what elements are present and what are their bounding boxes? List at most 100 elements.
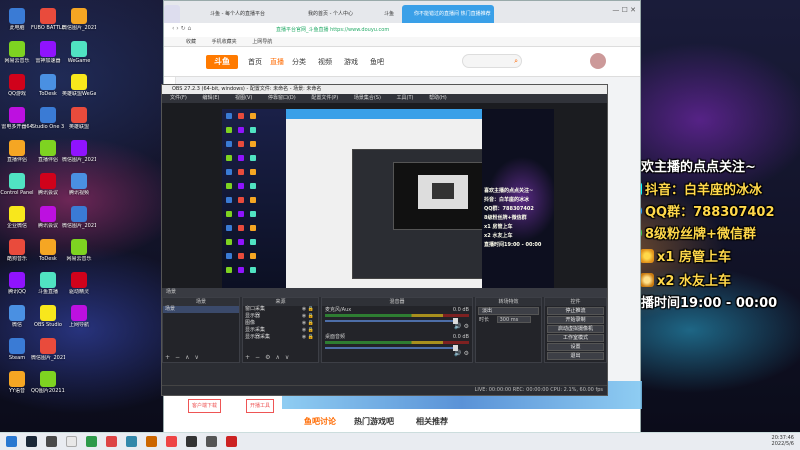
desktop-icon[interactable]: YY语音 — [0, 371, 34, 394]
source-item[interactable]: 显示器采集 ◉ 🔒 — [243, 334, 318, 341]
browser-tab-0[interactable]: 斗鱼 - 每个人的直播平台 — [198, 5, 294, 23]
desktop-icon[interactable]: Studio One 3 — [31, 107, 65, 130]
url-field[interactable]: 直播平台官网_斗鱼直播 https://www.douyu.com — [272, 25, 492, 35]
duration-input[interactable]: 300 ms — [496, 316, 531, 323]
nav-fishbar[interactable]: 鱼吧 — [370, 55, 384, 69]
visibility-lock-icon[interactable]: ◉ 🔒 — [302, 327, 314, 334]
window-controls[interactable]: — ☐ ✕ — [612, 6, 636, 14]
desktop-icon[interactable]: 此电脑 — [0, 8, 34, 31]
desktop-volume-slider[interactable] — [325, 345, 458, 351]
visibility-lock-icon[interactable]: ◉ 🔒 — [302, 313, 314, 320]
nav-video[interactable]: 视频 — [318, 55, 332, 69]
control-button[interactable]: 开始录制 — [547, 316, 604, 324]
desktop-icon[interactable]: 微信图片_2021121... — [62, 140, 96, 163]
desktop-icon[interactable]: 直播伴侣 — [31, 140, 65, 163]
app-taskbar-icon-6[interactable] — [206, 436, 217, 447]
obs-preview[interactable]: 喜欢主播的点点关注~ 抖音：白羊座的冰冰 QQ群：788307402 8级粉丝牌+微信… — [162, 103, 607, 289]
add-icon[interactable]: + — [165, 354, 170, 361]
remove-source-icon[interactable]: − — [255, 354, 260, 361]
desktop-icon[interactable]: 上网导航 — [62, 305, 96, 328]
address-bar[interactable]: ‹ › ↻ ⌂ 直播平台官网_斗鱼直播 https://www.douyu.co… — [164, 23, 640, 37]
source-item[interactable]: 窗口采集 ◉ 🔒 — [243, 306, 318, 313]
desktop-icon[interactable]: 腾讯会议 — [31, 206, 65, 229]
nav-category[interactable]: 分类 — [292, 55, 306, 69]
nav-buttons[interactable]: ‹ › ↻ ⌂ — [172, 25, 191, 32]
desktop-icon[interactable]: 直播伴侣 — [0, 140, 34, 163]
control-button[interactable]: 停止推流 — [547, 307, 604, 315]
transition-select[interactable]: 淡出 — [478, 307, 539, 315]
tab-hot-games[interactable]: 热门游戏吧 — [354, 416, 394, 427]
wechat-taskbar-icon[interactable] — [86, 436, 97, 447]
menu-file[interactable]: 文件(F) — [170, 95, 187, 101]
browser-tab-1[interactable]: 我的首页 - 个人中心 — [296, 5, 370, 23]
control-button[interactable]: 工作室模式 — [547, 334, 604, 342]
desktop-icon[interactable]: WeGame — [62, 41, 96, 64]
desktop-icon[interactable]: 英雄联盟WeGame版 — [62, 74, 96, 97]
tab-related[interactable]: 相关推荐 — [416, 416, 448, 427]
down-icon[interactable]: ∨ — [285, 354, 289, 361]
steam-taskbar-icon[interactable] — [26, 436, 37, 447]
desktop-icon[interactable]: ToDesk — [31, 239, 65, 262]
menu-scene-collection[interactable]: 场景集合(S) — [354, 95, 381, 101]
bookmark-2[interactable]: 上网导航 — [252, 39, 272, 45]
up-icon[interactable]: ∧ — [185, 354, 189, 361]
desktop-icon[interactable]: OBS Studio — [31, 305, 65, 328]
bookmark-0[interactable]: 收藏 — [186, 39, 196, 45]
visibility-lock-icon[interactable]: ◉ 🔒 — [302, 306, 314, 313]
down-icon[interactable]: ∨ — [194, 354, 198, 361]
desktop-mute-and-gear-icon[interactable]: 🔊 ⚙ — [454, 350, 469, 357]
nav-home[interactable]: 首页 — [248, 55, 262, 69]
gear-icon[interactable]: ⚙ — [265, 354, 270, 361]
up-icon[interactable]: ∧ — [275, 354, 279, 361]
app-taskbar-icon-5[interactable] — [186, 436, 197, 447]
browser-tab-active[interactable]: 你不能错过的直播间 热门直播推荐 — [402, 5, 494, 23]
control-button[interactable]: 启动虚拟摄像机 — [547, 325, 604, 333]
control-button[interactable]: 设置 — [547, 343, 604, 351]
desktop-icon[interactable]: 腾讯会议 — [31, 173, 65, 196]
menu-docks[interactable]: 停靠窗口(D) — [268, 95, 296, 101]
source-item[interactable]: 图像 ◉ 🔒 — [243, 320, 318, 327]
desktop-icon[interactable]: 英雄联盟 — [62, 107, 96, 130]
app-taskbar-icon-7[interactable] — [226, 436, 237, 447]
search-icon[interactable]: ⌕ — [514, 57, 518, 66]
remove-icon[interactable]: − — [175, 354, 180, 361]
visibility-lock-icon[interactable]: ◉ 🔒 — [302, 320, 314, 327]
system-tray[interactable]: 20:37:46 2022/5/6 — [772, 435, 794, 447]
source-item[interactable]: 显示采集 ◉ 🔒 — [243, 327, 318, 334]
desktop-icon[interactable]: 网易云音乐 — [0, 41, 34, 64]
menu-profile[interactable]: 配置文件(P) — [311, 95, 338, 101]
desktop-icon[interactable]: 腾讯视频 — [62, 173, 96, 196]
menu-help[interactable]: 帮助(H) — [429, 95, 447, 101]
desktop-icon[interactable]: 微信图片_2021120... — [31, 338, 65, 361]
visibility-lock-icon[interactable]: ◉ 🔒 — [302, 334, 314, 341]
client-download-button[interactable]: 客户端下载 — [188, 399, 222, 413]
app-taskbar-icon-4[interactable] — [166, 436, 177, 447]
avatar[interactable] — [164, 5, 180, 23]
desktop-icon[interactable]: FUBO BATTLEGR... — [31, 8, 65, 31]
desktop-icon[interactable]: 酷狗音乐 — [0, 239, 34, 262]
desktop-icon[interactable]: 驱动精灵 — [62, 272, 96, 295]
desktop-icon[interactable]: 斗鱼直播 — [31, 272, 65, 295]
tab-fishbar-discussion[interactable]: 鱼吧讨论 — [304, 416, 336, 427]
desktop-icon[interactable]: Steam — [0, 338, 34, 361]
mic-volume-slider[interactable] — [325, 318, 458, 324]
start-icon[interactable] — [6, 436, 17, 447]
desktop-icon[interactable]: ToDesk — [31, 74, 65, 97]
desktop-icon[interactable]: 腾讯QQ — [0, 272, 34, 295]
scene-item[interactable]: 场景 — [163, 306, 239, 313]
nav-live[interactable]: 直播 — [270, 55, 284, 69]
browser-tab-2[interactable]: 斗鱼 — [372, 5, 400, 23]
app-taskbar-icon-2[interactable] — [126, 436, 137, 447]
search-input[interactable]: ⌕ — [462, 54, 522, 68]
desktop-icon[interactable]: Control Panel — [0, 173, 34, 196]
add-source-icon[interactable]: + — [245, 354, 250, 361]
source-item[interactable]: 显示器 ◉ 🔒 — [243, 313, 318, 320]
mic-mute-and-gear-icon[interactable]: 🔊 ⚙ — [454, 323, 469, 330]
menu-view[interactable]: 视图(V) — [235, 95, 252, 101]
obs-taskbar-icon[interactable] — [46, 436, 57, 447]
explorer-taskbar-icon[interactable] — [66, 436, 77, 447]
desktop-icon[interactable]: 微信图片_2021121... — [62, 206, 96, 229]
desktop-icon[interactable]: 企业微信 — [0, 206, 34, 229]
obs-window[interactable]: OBS 27.2.3 (64-bit, windows) - 配置文件: 未命名… — [161, 84, 608, 396]
desktop-icon[interactable]: 微信 — [0, 305, 34, 328]
